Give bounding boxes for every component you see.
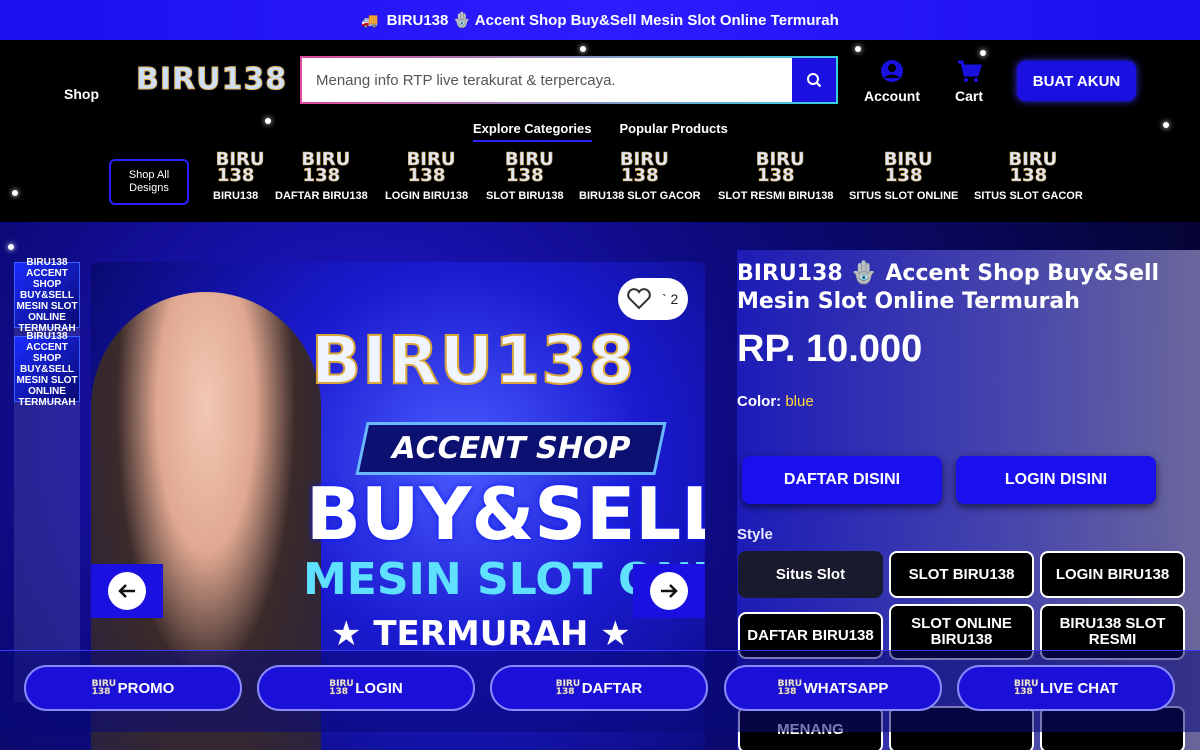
style-option[interactable]: SLOT BIRU138	[889, 551, 1034, 598]
account-label: Account	[864, 88, 920, 104]
logo-icon: BIRU 138	[1013, 678, 1039, 697]
star-decoration	[980, 50, 986, 56]
category-label: BIRU138	[213, 190, 259, 203]
category-logo: BIRU 138	[301, 149, 351, 187]
color-value: blue	[785, 393, 814, 410]
star-decoration	[8, 244, 14, 250]
account-icon	[881, 60, 903, 82]
hero-title: BIRU138	[310, 321, 636, 400]
style-label: Style	[737, 526, 773, 543]
tab-explore-categories[interactable]: Explore Categories	[473, 121, 592, 142]
category-logo: BIRU 138	[619, 149, 670, 187]
hero-line-termurah: ★ TERMURAH ★	[331, 614, 631, 654]
style-option[interactable]: Situs Slot	[738, 551, 883, 598]
category-logo: BIRU 138	[215, 149, 265, 187]
category-item[interactable]: BIRU 138 SLOT RESMI BIRU138	[718, 149, 834, 203]
thumbnail-image[interactable]: BIRU138 ACCENT SHOP BUY&SELL MESIN SLOT …	[14, 257, 80, 334]
promo-button[interactable]: BIRU 138 PROMO	[24, 665, 242, 711]
category-logo: BIRU 138	[755, 149, 805, 187]
category-tabs: Explore Categories Popular Products	[473, 121, 728, 142]
category-label: SITUS SLOT ONLINE	[849, 190, 959, 203]
category-logo: BIRU 138	[883, 149, 933, 187]
tab-popular-products[interactable]: Popular Products	[620, 121, 728, 142]
category-item[interactable]: BIRU 138 SLOT BIRU138	[486, 149, 564, 203]
category-label: DAFTAR BIRU138	[275, 190, 368, 203]
color-selection: Color: blue	[737, 393, 814, 410]
star-decoration	[855, 46, 861, 52]
search-button[interactable]	[792, 58, 836, 102]
category-label: SITUS SLOT GACOR	[974, 190, 1083, 203]
color-label: Color:	[737, 393, 782, 410]
style-option[interactable]: LOGIN BIRU138	[1040, 551, 1185, 598]
daftar-label: DAFTAR	[581, 679, 643, 697]
star-decoration	[265, 118, 271, 124]
category-item[interactable]: BIRU 138 BIRU138	[213, 149, 265, 203]
category-label: LOGIN BIRU138	[385, 190, 469, 203]
category-item[interactable]: BIRU 138 BIRU138 SLOT GACOR	[579, 149, 701, 203]
thumbnail-image[interactable]: BIRU138 ACCENT SHOP BUY&SELL MESIN SLOT …	[14, 331, 80, 408]
heart-icon	[627, 288, 651, 310]
logo-icon: BIRU 138	[329, 678, 354, 697]
cart-icon	[958, 60, 982, 82]
next-image-button[interactable]	[633, 564, 705, 618]
star-decoration	[1163, 122, 1169, 128]
wishlist-button[interactable]: ` 2	[618, 278, 688, 320]
thumbnail-strip: BIRU138 ACCENT SHOP BUY&SELL MESIN SLOT …	[14, 257, 80, 702]
whatsapp-label: WHATSAPP	[803, 679, 889, 697]
live-chat-button[interactable]: BIRU 138 LIVE CHAT	[957, 665, 1175, 711]
whatsapp-button[interactable]: BIRU 138 WHATSAPP	[724, 665, 942, 711]
logo-icon: BIRU 138	[91, 678, 117, 697]
category-label: SLOT RESMI BIRU138	[718, 190, 834, 203]
category-logo: BIRU 138	[1008, 149, 1058, 187]
category-label: SLOT BIRU138	[486, 190, 564, 203]
category-item[interactable]: BIRU 138 SITUS SLOT ONLINE	[849, 149, 959, 203]
account-button[interactable]: Account	[864, 58, 920, 104]
site-header: Shop BIRU138 Account Cart BUAT AKUN Expl…	[0, 40, 1200, 222]
cart-button[interactable]: Cart	[955, 58, 983, 104]
promo-label: PROMO	[117, 679, 175, 697]
prev-image-button[interactable]	[91, 564, 163, 618]
category-label: BIRU138 SLOT GACOR	[579, 190, 701, 203]
bottom-login-button[interactable]: BIRU 138 LOGIN	[257, 665, 475, 711]
category-item[interactable]: BIRU 138 DAFTAR BIRU138	[275, 149, 368, 203]
logo-icon: BIRU 138	[777, 678, 803, 697]
search-icon	[807, 73, 822, 88]
hero-subtitle: ACCENT SHOP	[355, 422, 667, 475]
category-row: Shop All Designs BIRU 138 BIRU138 BIRU 13…	[0, 149, 1200, 214]
create-account-button[interactable]: BUAT AKUN	[1017, 61, 1136, 101]
live-chat-label: LIVE CHAT	[1039, 679, 1119, 697]
category-logo: BIRU 138	[406, 149, 456, 187]
logo-icon: BIRU 138	[555, 678, 581, 697]
shop-link[interactable]: Shop	[64, 86, 99, 102]
hero-line-buysell: BUY&SELL	[306, 472, 705, 556]
site-logo[interactable]: BIRU138	[135, 62, 287, 98]
star-decoration	[580, 46, 586, 52]
product-title: BIRU138 🪬 Accent Shop Buy&Sell Mesin Slo…	[737, 261, 1160, 314]
login-button[interactable]: LOGIN DISINI	[956, 456, 1156, 504]
category-item[interactable]: BIRU 138 LOGIN BIRU138	[385, 149, 469, 203]
bottom-daftar-button[interactable]: BIRU 138 DAFTAR	[490, 665, 708, 711]
cart-label: Cart	[955, 88, 984, 104]
announcement-bar: 🚚 BIRU138 🪬 Accent Shop Buy&Sell Mesin S…	[0, 0, 1200, 40]
truck-icon: 🚚	[361, 11, 379, 28]
arrow-left-icon	[118, 584, 135, 598]
wishlist-count: ` 2	[662, 291, 679, 307]
search-bar	[300, 56, 838, 104]
login-label: LOGIN	[355, 679, 403, 697]
announcement-text: BIRU138 🪬 Accent Shop Buy&Sell Mesin Slo…	[386, 12, 839, 29]
search-input[interactable]	[302, 58, 792, 102]
category-logo: BIRU 138	[504, 149, 555, 187]
category-item[interactable]: BIRU 138 SITUS SLOT GACOR	[974, 149, 1083, 203]
arrow-right-icon	[661, 584, 678, 598]
product-price: RP. 10.000	[737, 328, 923, 370]
daftar-button[interactable]: DAFTAR DISINI	[742, 456, 942, 504]
shop-all-designs-button[interactable]: Shop All Designs	[109, 159, 189, 205]
